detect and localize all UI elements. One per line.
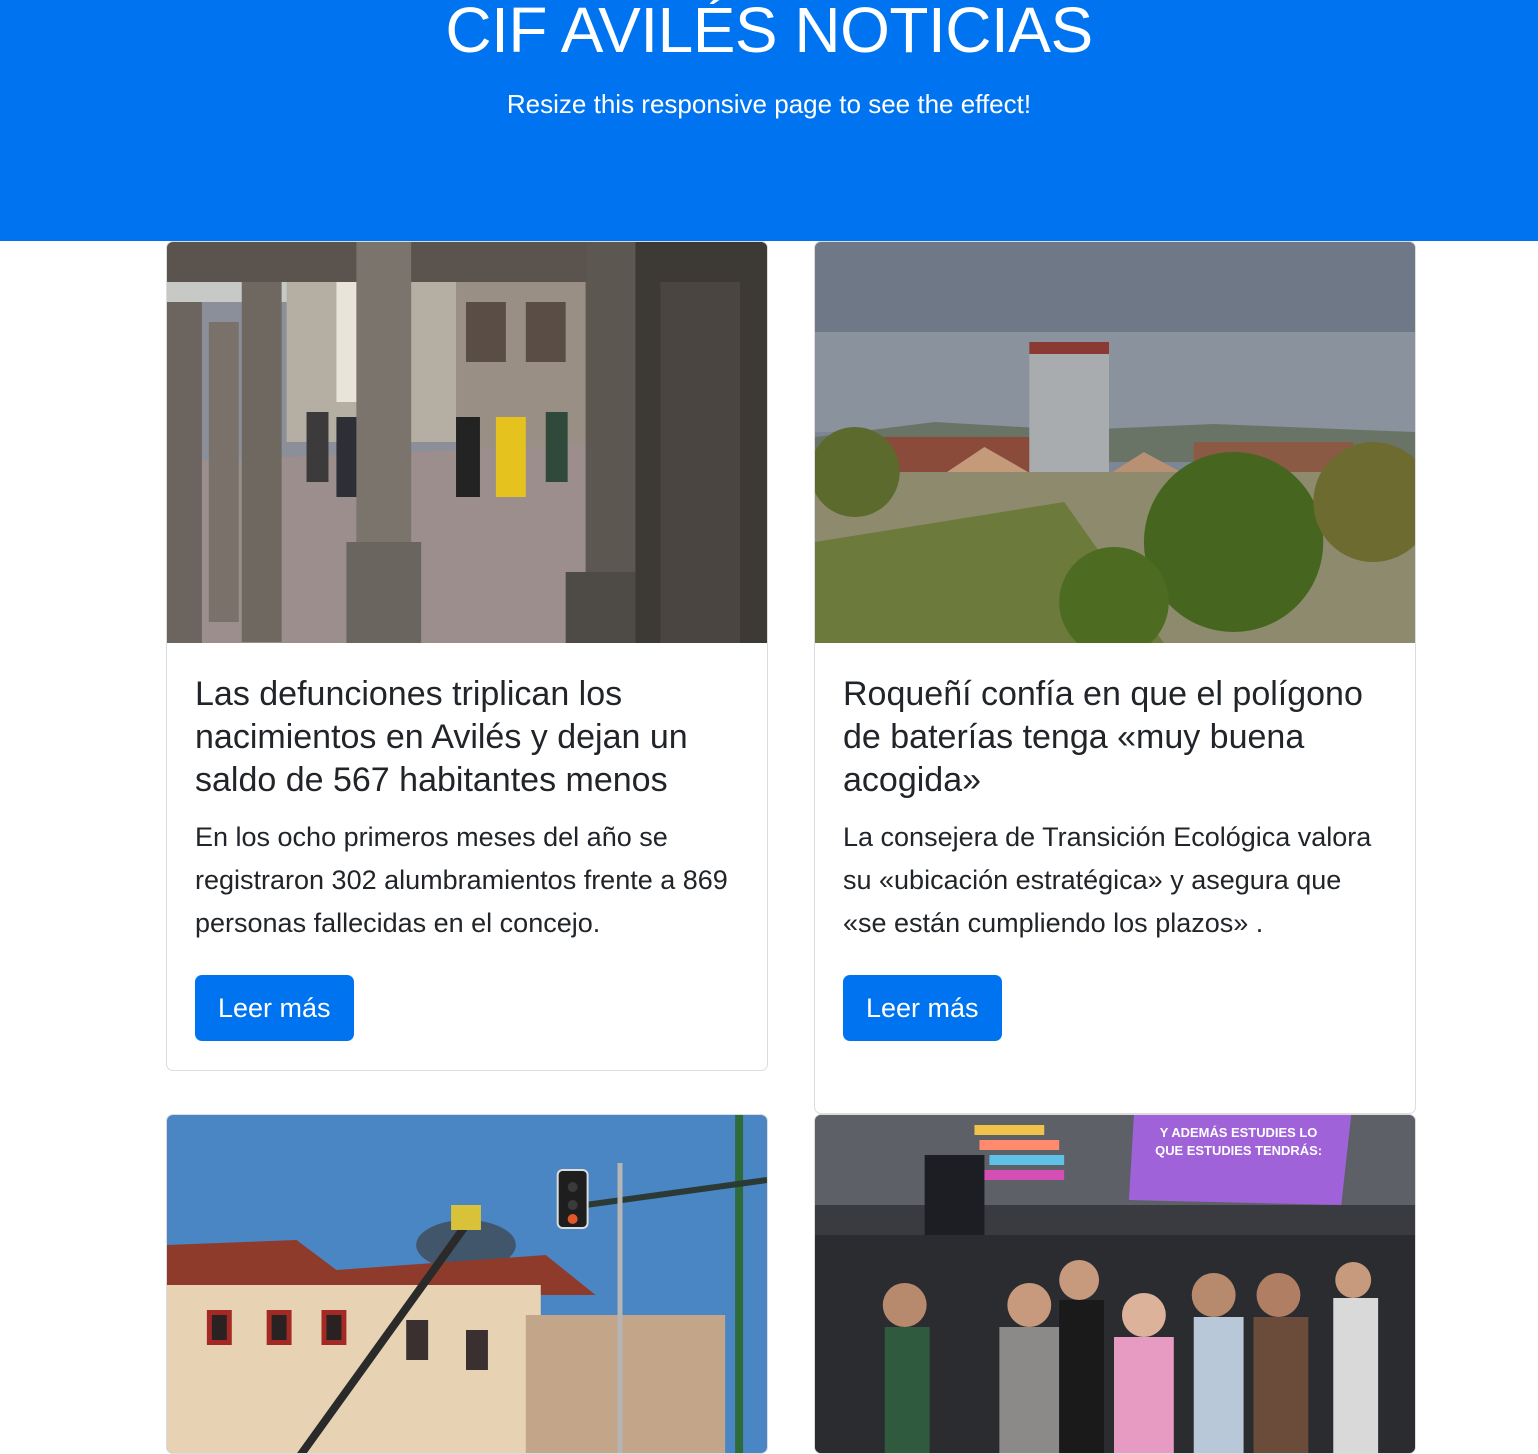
card-body: Roqueñí confía en que el polígono de bat…	[815, 643, 1415, 1069]
news-card	[166, 1114, 768, 1454]
article-image[interactable]: Y ADEMÁS ESTUDIES LO QUE ESTUDIES TENDRÁ…	[815, 1115, 1415, 1453]
article-summary: La consejera de Transición Ecológica val…	[843, 822, 1372, 938]
article-title[interactable]: Las defunciones triplican los nacimiento…	[195, 673, 739, 802]
site-subtitle: Resize this responsive page to see the e…	[506, 89, 1032, 119]
news-card: Las defunciones triplican los nacimiento…	[166, 241, 768, 1071]
article-image[interactable]	[815, 242, 1415, 643]
site-title: CIF AVILÉS NOTICIAS	[445, 0, 1093, 66]
svg-text:QUE ESTUDIES TENDRÁS:: QUE ESTUDIES TENDRÁS:	[1155, 1143, 1322, 1158]
news-card: Roqueñí confía en que el polígono de bat…	[814, 241, 1416, 1114]
banner-text: Y ADEMÁS ESTUDIES LO	[1160, 1125, 1318, 1140]
article-image[interactable]	[167, 1115, 767, 1453]
article-summary: En los ocho primeros meses del año se re…	[195, 822, 728, 938]
page-header: CIF AVILÉS NOTICIAS Resize this responsi…	[0, 0, 1538, 241]
article-title[interactable]: Roqueñí confía en que el polígono de bat…	[843, 673, 1387, 802]
article-image[interactable]	[167, 242, 767, 643]
card-body: Las defunciones triplican los nacimiento…	[167, 643, 767, 1069]
read-more-button[interactable]: Leer más	[843, 975, 1002, 1041]
news-card: Y ADEMÁS ESTUDIES LO QUE ESTUDIES TENDRÁ…	[814, 1114, 1416, 1454]
read-more-button[interactable]: Leer más	[195, 975, 354, 1041]
